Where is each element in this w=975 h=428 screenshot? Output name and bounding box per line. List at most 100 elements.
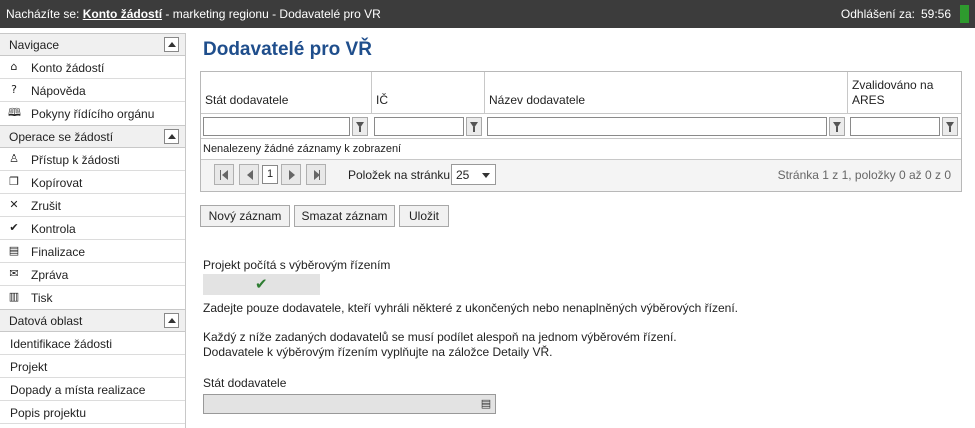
filter-input-ic[interactable] (374, 117, 464, 136)
sidebar-item-label: Zrušit (31, 199, 61, 213)
filter-icon[interactable] (352, 117, 368, 136)
previous-page-button[interactable] (239, 164, 259, 185)
cross-icon: ✕ (9, 198, 19, 211)
sidebar-item-label: Projekt (10, 360, 48, 374)
logout-timer: Odhlášení za: 59:56 (841, 7, 951, 21)
column-header-name[interactable]: Název dodavatele (485, 72, 848, 113)
finalize-icon: ▤ (8, 244, 20, 257)
filter-input-name[interactable] (487, 117, 827, 136)
check-icon: ✔ (9, 221, 19, 234)
print-icon: ▥ (8, 290, 20, 303)
breadcrumb-rest: - marketing regionu - Dodavatelé pro VR (162, 7, 381, 21)
tender-checkbox[interactable]: ✔ (203, 274, 320, 295)
current-page-number[interactable]: 1 (262, 165, 278, 184)
sidebar-item-projekt[interactable]: Projekt (0, 355, 185, 378)
page-size-value: 25 (456, 168, 470, 182)
first-page-icon (222, 170, 228, 180)
sidebar-item-popis[interactable]: Popis projektu (0, 401, 185, 424)
sidebar-item-label: Přístup k žádosti (31, 153, 120, 167)
country-select[interactable]: ▤ (203, 394, 496, 414)
sidebar-item-zprava[interactable]: ✉ Zpráva (0, 263, 185, 286)
pager: 1 Položek na stránku 25 Stránka 1 z 1, p… (201, 160, 961, 191)
filter-cell-country (201, 114, 372, 139)
filter-row (201, 114, 961, 139)
info-text-1: Zadejte pouze dodavatele, kteří vyhráli … (203, 301, 738, 315)
filter-icon[interactable] (942, 117, 958, 136)
sidebar-item-napoveda[interactable]: ? Nápověda (0, 79, 185, 102)
empty-message: Nenalezeny žádné záznamy k zobrazení (203, 143, 402, 155)
next-page-button[interactable] (281, 164, 301, 185)
logout-time: 59:56 (920, 7, 951, 21)
copy-icon: ❐ (9, 175, 19, 188)
last-page-icon (314, 170, 320, 180)
session-status-indicator (960, 5, 969, 23)
sidebar-item-label: Pokyny řídícího orgánu (31, 107, 155, 121)
list-icon[interactable]: ▤ (480, 397, 492, 411)
section-title: Navigace (9, 38, 60, 52)
breadcrumb: Nacházíte se: Konto žádostí - marketing … (6, 7, 381, 21)
page-size-label: Položek na stránku (348, 168, 451, 182)
sidebar-item-label: Kontrola (31, 222, 76, 236)
user-icon: ♙ (9, 152, 19, 165)
save-button[interactable]: Uložit (399, 205, 449, 227)
sidebar-item-label: Popis projektu (10, 406, 87, 420)
book-icon: 🕮 (8, 106, 21, 119)
filter-cell-name (485, 114, 848, 139)
column-header-ic[interactable]: IČ (372, 72, 485, 113)
checkmark-icon: ✔ (255, 275, 268, 293)
filter-icon[interactable] (466, 117, 482, 136)
sidebar-item-tisk[interactable]: ▥ Tisk (0, 286, 185, 309)
sidebar: Navigace ⌂ Konto žádostí ? Nápověda 🕮 Po… (0, 33, 186, 428)
info-text-2: Každý z níže zadaných dodavatelů se musí… (203, 330, 677, 344)
filter-cell-ic (372, 114, 485, 139)
sidebar-item-label: Nápověda (31, 84, 86, 98)
filter-input-ares[interactable] (850, 117, 940, 136)
top-bar: Nacházíte se: Konto žádostí - marketing … (0, 0, 975, 28)
sidebar-item-pristup[interactable]: ♙ Přístup k žádosti (0, 148, 185, 171)
filter-cell-ares (848, 114, 961, 139)
sidebar-item-identifikace[interactable]: Identifikace žádosti (0, 332, 185, 355)
filter-icon[interactable] (829, 117, 845, 136)
pager-info: Stránka 1 z 1, položky 0 až 0 z 0 (777, 168, 951, 182)
tender-label: Projekt počítá s výběrovým řízením (203, 258, 391, 272)
sidebar-item-kopirovat[interactable]: ❐ Kopírovat (0, 171, 185, 194)
help-icon: ? (11, 83, 17, 96)
first-page-button[interactable] (214, 164, 234, 185)
home-icon: ⌂ (10, 60, 18, 73)
breadcrumb-prefix: Nacházíte se: (6, 7, 83, 21)
empty-message-row: Nenalezeny žádné záznamy k zobrazení (201, 139, 961, 160)
logout-label: Odhlášení za: (840, 7, 915, 21)
collapse-navigation-button[interactable] (164, 37, 179, 52)
column-header-ares[interactable]: Zvalidováno na ARES (848, 72, 961, 113)
sidebar-item-label: Identifikace žádosti (10, 337, 113, 351)
country-label: Stát dodavatele (203, 376, 287, 390)
sidebar-section-operations: Operace se žádostí (0, 125, 185, 148)
message-icon: ✉ (9, 267, 19, 280)
delete-record-button[interactable]: Smazat záznam (294, 205, 395, 227)
sidebar-section-data: Datová oblast (0, 309, 185, 332)
sidebar-item-finalizace[interactable]: ▤ Finalizace (0, 240, 185, 263)
sidebar-item-konto[interactable]: ⌂ Konto žádostí (0, 56, 185, 79)
page-size-select[interactable]: 25 (451, 164, 496, 185)
sidebar-item-dopady[interactable]: Dopady a místa realizace (0, 378, 185, 401)
next-page-icon (289, 170, 295, 180)
breadcrumb-link-konto[interactable]: Konto žádostí (83, 7, 162, 21)
sidebar-item-zrusit[interactable]: ✕ Zrušit (0, 194, 185, 217)
sidebar-item-pokyny[interactable]: 🕮 Pokyny řídícího orgánu (0, 102, 185, 125)
sidebar-item-label: Konto žádostí (31, 61, 105, 75)
info-text-3: Dodavatele k výběrovým řízením vyplňujte… (203, 345, 553, 359)
last-page-button[interactable] (306, 164, 326, 185)
sidebar-item-label: Finalizace (31, 245, 86, 259)
collapse-data-button[interactable] (164, 313, 179, 328)
column-header-country[interactable]: Stát dodavatele (201, 72, 372, 113)
grid-header: Stát dodavatele IČ Název dodavatele Zval… (201, 72, 961, 114)
sidebar-item-label: Tisk (31, 291, 53, 305)
filter-input-country[interactable] (203, 117, 350, 136)
new-record-button[interactable]: Nový záznam (200, 205, 290, 227)
section-title: Operace se žádostí (9, 130, 114, 144)
sidebar-item-kontrola[interactable]: ✔ Kontrola (0, 217, 185, 240)
section-title: Datová oblast (9, 314, 83, 328)
sidebar-item-label: Zpráva (31, 268, 69, 282)
previous-page-icon (247, 170, 253, 180)
collapse-operations-button[interactable] (164, 129, 179, 144)
